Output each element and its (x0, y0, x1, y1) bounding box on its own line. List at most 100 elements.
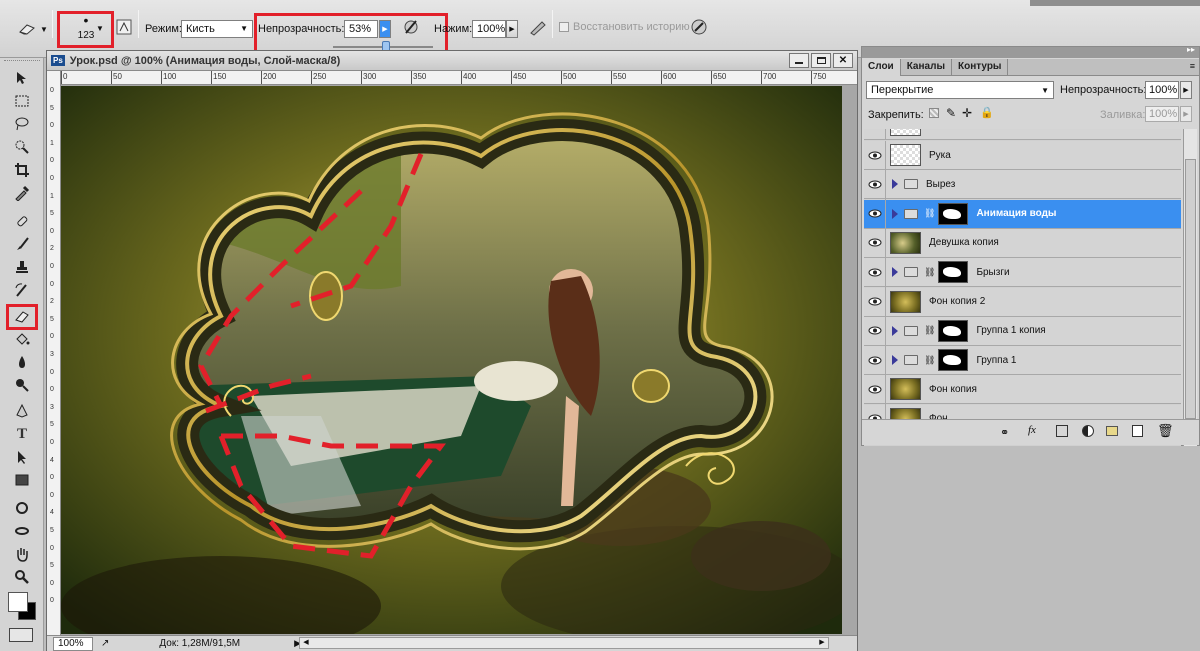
zoom-tool-icon[interactable] (9, 567, 35, 587)
flow-slider-toggle[interactable]: ▶ (506, 20, 518, 38)
layer-opacity-toggle[interactable]: ▶ (1180, 81, 1192, 99)
eye-icon[interactable] (864, 169, 886, 199)
expand-group-icon[interactable] (892, 267, 898, 278)
layer-row-partial[interactable] (864, 129, 1181, 140)
type-tool-icon[interactable]: T (9, 424, 35, 444)
tab-layers[interactable]: Слои (862, 59, 901, 76)
marquee-tool-icon[interactable] (9, 91, 35, 111)
add-mask-icon[interactable] (1056, 425, 1068, 437)
crop-tool-icon[interactable] (9, 160, 35, 180)
path-selection-tool-icon[interactable] (9, 447, 35, 467)
tab-paths[interactable]: Контуры (952, 59, 1009, 76)
layers-scrollbar[interactable] (1183, 129, 1197, 469)
lock-position-icon[interactable]: ✛ (962, 106, 972, 120)
eye-icon[interactable] (864, 287, 886, 316)
ruler-left[interactable]: 0 5 0 1 0 0 1 5 0 2 0 0 2 5 0 3 0 0 3 5 0 4 0 0 4 5 0 5 0 0 (47, 71, 61, 635)
layer-opacity-input[interactable]: 100% (1145, 81, 1179, 99)
document-title-bar[interactable]: Ps Урок.psd @ 100% (Анимация воды, Слой-… (47, 51, 857, 71)
brush-tool-icon[interactable] (9, 234, 35, 254)
eyedropper-tool-icon[interactable] (9, 183, 35, 203)
dodge-tool-icon[interactable] (9, 375, 35, 395)
history-brush-tool-icon[interactable] (9, 280, 35, 300)
close-button[interactable]: ✕ (833, 53, 853, 68)
rectangle-tool-icon[interactable] (9, 470, 35, 490)
hand-tool-icon[interactable] (9, 544, 35, 564)
eye-icon[interactable] (864, 316, 886, 346)
pen-tool-icon[interactable] (9, 401, 35, 421)
eraser-preset-picker[interactable]: ▼ (16, 18, 48, 40)
fill-toggle[interactable]: ▶ (1180, 106, 1192, 122)
new-group-icon[interactable] (1106, 426, 1118, 436)
eye-icon[interactable] (864, 140, 886, 170)
scroll-right-icon[interactable]: ▶ (816, 638, 828, 648)
mask-thumbnail[interactable] (938, 202, 969, 225)
lock-transparency-icon[interactable] (929, 108, 939, 118)
nav-icon[interactable]: ↗ (101, 638, 109, 649)
ruler-top[interactable]: 0 50 100 150 200 250 300 350 400 450 500 550 600 650 7… (61, 71, 857, 85)
scrollbar-thumb[interactable] (1185, 159, 1196, 419)
eye-icon[interactable] (864, 228, 886, 258)
layer-row[interactable]: Вырез (864, 169, 1181, 200)
eye-icon[interactable] (864, 345, 886, 375)
expand-group-icon[interactable] (892, 208, 898, 219)
healing-brush-tool-icon[interactable] (9, 211, 35, 231)
restore-history-checkbox[interactable]: Восстановить историю (559, 21, 690, 33)
layer-row[interactable]: Рука (864, 140, 1181, 170)
panel-header[interactable]: ▸▸ (862, 45, 1199, 58)
layer-row[interactable]: ⛓ Группа 1 копия (864, 316, 1181, 346)
new-layer-icon[interactable] (1132, 425, 1143, 437)
eye-icon[interactable] (864, 129, 886, 140)
panel-menu-icon[interactable]: ≡ (1190, 61, 1195, 71)
mode-select[interactable]: Кисть ▼ (181, 20, 253, 38)
paint-bucket-tool-icon[interactable] (9, 329, 35, 349)
chain-link-icon[interactable]: ⛓ (924, 208, 935, 219)
eye-icon[interactable] (864, 257, 886, 287)
mask-thumbnail[interactable] (938, 349, 969, 372)
lock-pixels-icon[interactable]: ✎ (946, 106, 956, 120)
eraser-tool-icon[interactable] (6, 304, 38, 330)
fill-input[interactable]: 100% (1145, 106, 1179, 122)
zoom-field[interactable]: 100% (53, 636, 93, 651)
quick-selection-tool-icon[interactable] (9, 137, 35, 157)
3d-orbit-tool-icon[interactable] (9, 521, 35, 541)
collapse-panel-icon[interactable]: ▸▸ (1187, 45, 1195, 54)
layer-row[interactable]: Девушка копия (864, 228, 1181, 258)
layer-row[interactable]: ⛓ Группа 1 (864, 345, 1181, 376)
brush-panel-toggle[interactable] (116, 19, 132, 35)
scroll-left-icon[interactable]: ◀ (300, 638, 312, 648)
lock-all-icon[interactable]: 🔒 (980, 106, 994, 119)
expand-group-icon[interactable] (892, 325, 898, 336)
fx-icon[interactable]: fx (1028, 424, 1036, 436)
airbrush-mode-toggle[interactable] (528, 18, 548, 36)
link-layers-icon[interactable]: ⚭ (1000, 426, 1009, 439)
chain-link-icon[interactable]: ⛓ (924, 355, 935, 366)
tab-channels[interactable]: Каналы (901, 59, 952, 76)
tablet-pressure-toggle[interactable] (690, 18, 708, 36)
clone-stamp-tool-icon[interactable] (9, 257, 35, 277)
flow-input[interactable]: 100% (472, 20, 506, 38)
foreground-color-front[interactable] (8, 592, 28, 612)
layer-row[interactable]: ⛓ Анимация воды (864, 199, 1181, 229)
layer-row[interactable]: ⛓ Брызги (864, 257, 1181, 288)
expand-group-icon[interactable] (892, 355, 898, 366)
toolbox-grip[interactable] (4, 60, 40, 64)
blur-tool-icon[interactable] (9, 352, 35, 372)
horizontal-scrollbar[interactable]: ◀ ▶ (299, 637, 829, 649)
minimize-button[interactable] (789, 53, 809, 68)
quick-mask-icon[interactable] (9, 628, 33, 642)
mask-thumbnail[interactable] (938, 319, 969, 342)
eye-icon[interactable] (864, 199, 886, 229)
adjustment-layer-icon[interactable] (1082, 425, 1094, 437)
mask-thumbnail[interactable] (938, 261, 969, 284)
maximize-button[interactable] (811, 53, 831, 68)
chain-link-icon[interactable]: ⛓ (924, 267, 935, 278)
layer-row[interactable]: Фон копия (864, 374, 1181, 405)
3d-rotate-tool-icon[interactable] (9, 498, 35, 518)
eye-icon[interactable] (864, 374, 886, 404)
move-tool-icon[interactable] (9, 68, 35, 88)
delete-layer-icon[interactable]: 🗑 (1157, 423, 1174, 439)
expand-group-icon[interactable] (892, 179, 898, 190)
canvas[interactable] (61, 86, 842, 634)
lasso-tool-icon[interactable] (9, 114, 35, 134)
chain-link-icon[interactable]: ⛓ (924, 325, 935, 336)
